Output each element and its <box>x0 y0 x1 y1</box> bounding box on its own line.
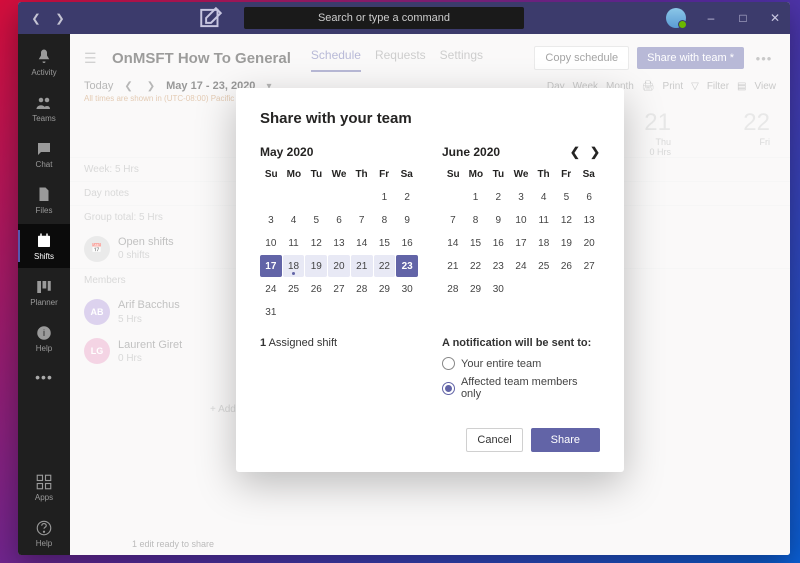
titlebar: ❮ ❯ Search or type a command – □ ✕ <box>18 2 790 34</box>
calendar-day[interactable]: 5 <box>305 209 327 231</box>
calendar-day[interactable]: 31 <box>260 301 282 323</box>
calendar-day[interactable]: 7 <box>351 209 373 231</box>
compose-icon[interactable] <box>198 5 224 31</box>
calendar-day[interactable]: 24 <box>510 255 532 277</box>
calendar-day[interactable]: 28 <box>442 278 464 300</box>
calendar-day[interactable]: 22 <box>465 255 487 277</box>
calendar-day[interactable]: 25 <box>533 255 555 277</box>
maximize-button[interactable]: □ <box>728 3 758 33</box>
calendar-day[interactable]: 20 <box>328 255 350 277</box>
close-button[interactable]: ✕ <box>760 3 790 33</box>
rail-shifts[interactable]: Shifts <box>18 224 70 268</box>
rail-more[interactable]: ••• <box>35 362 53 392</box>
calendar-day[interactable]: 1 <box>465 186 487 208</box>
user-avatar[interactable] <box>666 8 686 28</box>
rail-teams[interactable]: Teams <box>18 86 70 130</box>
calendar-day[interactable]: 13 <box>328 232 350 254</box>
calendar-day[interactable]: 26 <box>305 278 327 300</box>
modal-title: Share with your team <box>260 110 600 127</box>
calendar-day[interactable]: 21 <box>442 255 464 277</box>
calendar-day[interactable]: 5 <box>556 186 578 208</box>
calendar-day[interactable]: 30 <box>396 278 418 300</box>
calendar-day[interactable]: 23 <box>396 255 418 277</box>
calendar-day[interactable]: 21 <box>351 255 373 277</box>
calendar-day[interactable]: 17 <box>510 232 532 254</box>
month-label: June 2020 <box>442 145 500 159</box>
minimize-button[interactable]: – <box>696 3 726 33</box>
calendar-day[interactable]: 13 <box>578 209 600 231</box>
calendar-day[interactable]: 18 <box>533 232 555 254</box>
calendar-day[interactable]: 4 <box>533 186 555 208</box>
calendar-day[interactable]: 26 <box>556 255 578 277</box>
cancel-button[interactable]: Cancel <box>466 428 522 452</box>
calendar-day[interactable]: 25 <box>283 278 305 300</box>
footer-status: 1 edit ready to share <box>132 539 214 549</box>
calendar-day[interactable]: 28 <box>351 278 373 300</box>
back-button[interactable]: ❮ <box>26 8 46 28</box>
calendar-day[interactable]: 3 <box>260 209 282 231</box>
calendar-day[interactable]: 20 <box>578 232 600 254</box>
calendar-june: June 2020 ❮❯ SuMoTuWeThFrSa 123456789101… <box>442 145 600 323</box>
share-modal: Share with your team May 2020 SuMoTuWeTh… <box>236 88 624 472</box>
app-window: ❮ ❯ Search or type a command – □ ✕ Activ… <box>18 2 790 555</box>
rail-files[interactable]: Files <box>18 178 70 222</box>
calendar-day[interactable]: 14 <box>442 232 464 254</box>
rail-help-bottom[interactable]: Help <box>18 511 70 555</box>
calendar-day[interactable]: 2 <box>396 186 418 208</box>
rail-help[interactable]: iHelp <box>18 316 70 360</box>
calendar-day[interactable]: 2 <box>487 186 509 208</box>
calendar-day[interactable]: 10 <box>260 232 282 254</box>
calendar-day[interactable]: 10 <box>510 209 532 231</box>
forward-button[interactable]: ❯ <box>50 8 70 28</box>
calendar-day[interactable]: 9 <box>396 209 418 231</box>
app-rail: Activity Teams Chat Files Shifts Planner… <box>18 34 70 555</box>
calendar-day[interactable]: 15 <box>374 232 396 254</box>
calendar-day[interactable]: 11 <box>283 232 305 254</box>
calendar-day[interactable]: 27 <box>578 255 600 277</box>
calendar-day[interactable]: 1 <box>374 186 396 208</box>
calendar-day[interactable]: 22 <box>374 255 396 277</box>
calendar-day[interactable]: 18 <box>283 255 305 277</box>
calendar-may: May 2020 SuMoTuWeThFrSa 1234567891011121… <box>260 145 418 323</box>
calendar-day[interactable]: 12 <box>305 232 327 254</box>
calendar-day[interactable]: 23 <box>487 255 509 277</box>
assigned-shift-count: 1 Assigned shift <box>260 337 418 406</box>
calendar-day[interactable]: 11 <box>533 209 555 231</box>
calendar-day[interactable]: 3 <box>510 186 532 208</box>
calendar-day[interactable]: 29 <box>465 278 487 300</box>
svg-text:i: i <box>43 328 45 338</box>
rail-apps[interactable]: Apps <box>18 465 70 509</box>
radio-entire-team[interactable]: Your entire team <box>442 357 600 370</box>
calendar-day[interactable]: 7 <box>442 209 464 231</box>
month-label: May 2020 <box>260 145 313 159</box>
content-area: ☰ OnMSFT How To General Schedule Request… <box>70 34 790 555</box>
calendar-day[interactable]: 15 <box>465 232 487 254</box>
calendar-day[interactable]: 17 <box>260 255 282 277</box>
calendar-day[interactable]: 8 <box>374 209 396 231</box>
calendar-day[interactable]: 16 <box>487 232 509 254</box>
rail-planner[interactable]: Planner <box>18 270 70 314</box>
cal-prev-icon[interactable]: ❮ <box>570 145 580 159</box>
rail-activity[interactable]: Activity <box>18 40 70 84</box>
notification-title: A notification will be sent to: <box>442 337 600 349</box>
calendar-day[interactable]: 29 <box>374 278 396 300</box>
rail-chat[interactable]: Chat <box>18 132 70 176</box>
calendar-day[interactable]: 27 <box>328 278 350 300</box>
calendar-day[interactable]: 6 <box>328 209 350 231</box>
calendar-day[interactable]: 16 <box>396 232 418 254</box>
calendar-day[interactable]: 4 <box>283 209 305 231</box>
calendar-day[interactable]: 19 <box>556 232 578 254</box>
share-button[interactable]: Share <box>531 428 600 452</box>
calendar-day[interactable]: 9 <box>487 209 509 231</box>
calendar-day[interactable]: 12 <box>556 209 578 231</box>
search-input[interactable]: Search or type a command <box>244 7 524 29</box>
calendar-day[interactable]: 6 <box>578 186 600 208</box>
radio-affected-only[interactable]: Affected team members only <box>442 376 600 400</box>
calendar-day[interactable]: 14 <box>351 232 373 254</box>
calendar-day[interactable]: 8 <box>465 209 487 231</box>
calendar-day[interactable]: 30 <box>487 278 509 300</box>
cal-next-icon[interactable]: ❯ <box>590 145 600 159</box>
calendar-day[interactable]: 24 <box>260 278 282 300</box>
calendar-day[interactable]: 19 <box>305 255 327 277</box>
